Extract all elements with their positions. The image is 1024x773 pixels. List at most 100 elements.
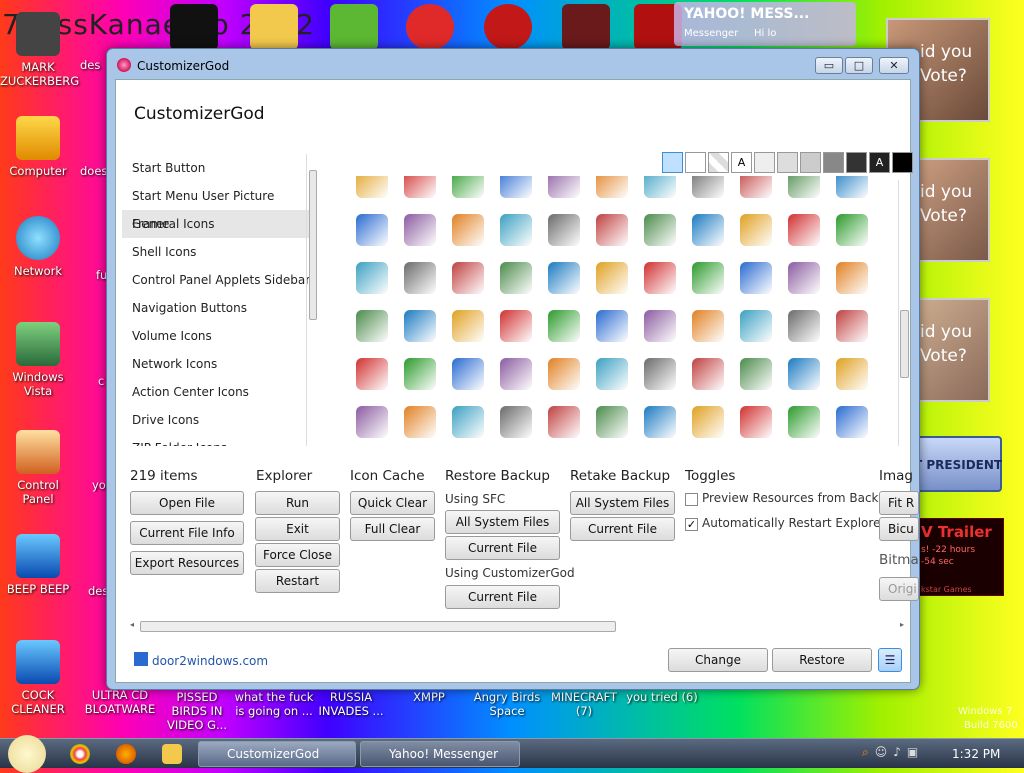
- resource-icon[interactable]: [836, 214, 868, 246]
- palette-swatch[interactable]: [846, 152, 867, 173]
- resource-icon[interactable]: [356, 310, 388, 342]
- category-control-panel-sidebar[interactable]: Control Panel Applets Sidebar: [122, 266, 312, 294]
- taskbar-clock[interactable]: 1:32 PM: [952, 747, 1000, 761]
- resource-icon[interactable]: [788, 214, 820, 246]
- yahoo-widget[interactable]: YAHOO! MESS... Messenger Hi lo: [674, 2, 856, 46]
- resource-icon[interactable]: [740, 176, 772, 198]
- palette-swatch[interactable]: [685, 152, 706, 173]
- original-button[interactable]: Origi: [879, 577, 919, 601]
- desktop-label-pissed-birds[interactable]: PISSED BIRDS IN VIDEO G...: [158, 690, 236, 732]
- taskbar-item-customizergod[interactable]: CustomizerGod: [198, 741, 356, 767]
- resource-icon[interactable]: [692, 310, 724, 342]
- resource-icon[interactable]: [404, 262, 436, 294]
- customizergod-window[interactable]: CustomizerGod ▭ □ ✕ CustomizerGod Start …: [106, 48, 920, 690]
- resource-icon[interactable]: [644, 310, 676, 342]
- resource-icon[interactable]: [740, 262, 772, 294]
- desktop-icon-computer[interactable]: Computer: [0, 116, 76, 178]
- category-scroll-thumb[interactable]: [309, 170, 317, 320]
- restore-current-file-cg-button[interactable]: Current File: [445, 585, 560, 609]
- resource-icon[interactable]: [836, 406, 868, 438]
- bicubic-button[interactable]: Bicu: [879, 517, 919, 541]
- p-icon[interactable]: [406, 4, 454, 50]
- scroll-right-arrow[interactable]: ▸: [900, 620, 904, 629]
- palette-swatch[interactable]: [892, 152, 913, 173]
- palette-swatch[interactable]: [777, 152, 798, 173]
- palette-swatch[interactable]: [800, 152, 821, 173]
- desktop-label-you-tried[interactable]: you tried (6): [622, 690, 702, 704]
- icon-grid[interactable]: [352, 176, 906, 444]
- exit-button[interactable]: Exit: [255, 517, 340, 541]
- resource-icon[interactable]: [500, 176, 532, 198]
- desktop-icon-cleaner[interactable]: COCK CLEANER: [0, 640, 76, 716]
- resource-icon[interactable]: [644, 176, 676, 198]
- desktop-label-xmpp[interactable]: XMPP: [392, 690, 466, 704]
- open-file-button[interactable]: Open File: [130, 491, 244, 515]
- door2windows-link[interactable]: door2windows.com: [152, 654, 268, 668]
- restore-all-system-files-button[interactable]: All System Files: [445, 510, 560, 534]
- resource-icon[interactable]: [788, 310, 820, 342]
- category-action-center-icons[interactable]: Action Center Icons: [122, 378, 312, 406]
- resource-icon[interactable]: [836, 176, 868, 198]
- folder-icon[interactable]: [250, 4, 298, 50]
- category-start-menu-picture[interactable]: Start Menu User Picture Frame: [122, 182, 312, 231]
- desktop-label-angry-birds[interactable]: Angry Birds Space: [470, 690, 544, 718]
- bottom-horizontal-scrollbar[interactable]: ◂ ▸: [130, 620, 906, 634]
- resource-icon[interactable]: [740, 214, 772, 246]
- resource-icon[interactable]: [740, 310, 772, 342]
- resource-icon[interactable]: [356, 176, 388, 198]
- resource-icon[interactable]: [692, 406, 724, 438]
- category-scrollbar[interactable]: [306, 154, 318, 446]
- resource-icon[interactable]: [452, 214, 484, 246]
- resource-icon[interactable]: [404, 358, 436, 390]
- desktop-icon-beep-beep[interactable]: BEEP BEEP: [0, 534, 76, 596]
- run-button[interactable]: Run: [255, 491, 340, 515]
- resource-icon[interactable]: [356, 358, 388, 390]
- desktop-icon-col2-3[interactable]: c: [98, 374, 106, 388]
- resource-icon[interactable]: [596, 358, 628, 390]
- resource-icon[interactable]: [500, 310, 532, 342]
- resource-icon[interactable]: [596, 176, 628, 198]
- resource-icon[interactable]: [452, 358, 484, 390]
- desktop-icon-col2-4[interactable]: yo: [92, 478, 106, 492]
- close-button[interactable]: ✕: [879, 57, 909, 74]
- force-close-button[interactable]: Force Close: [255, 543, 340, 567]
- resource-icon[interactable]: [404, 310, 436, 342]
- resource-icon[interactable]: [692, 358, 724, 390]
- resource-icon[interactable]: [644, 214, 676, 246]
- icon-grid-scrollbar[interactable]: [898, 180, 910, 446]
- emoji-icon[interactable]: ☺: [875, 745, 888, 760]
- palette-swatch[interactable]: [754, 152, 775, 173]
- palette-swatch[interactable]: [662, 152, 683, 173]
- volume-icon[interactable]: ♪: [893, 745, 901, 760]
- desktop-icon-control-panel[interactable]: Control Panel: [0, 430, 76, 506]
- cmd-icon[interactable]: [170, 4, 218, 50]
- resource-icon[interactable]: [356, 406, 388, 438]
- restart-button[interactable]: Restart: [255, 569, 340, 593]
- retake-all-system-files-button[interactable]: All System Files: [570, 491, 675, 515]
- resource-icon[interactable]: [500, 262, 532, 294]
- category-network-icons[interactable]: Network Icons: [122, 350, 312, 378]
- category-list[interactable]: Start Button Start Menu User Picture Fra…: [122, 154, 312, 446]
- resource-icon[interactable]: [548, 176, 580, 198]
- resource-icon[interactable]: [596, 310, 628, 342]
- desktop-label-minecraft[interactable]: MINECRAFT (7): [546, 690, 622, 718]
- resource-icon[interactable]: [548, 358, 580, 390]
- resource-icon[interactable]: [452, 310, 484, 342]
- preview-resources-checkbox[interactable]: [685, 493, 698, 506]
- resource-icon[interactable]: [500, 358, 532, 390]
- resource-icon[interactable]: [548, 310, 580, 342]
- current-file-info-button[interactable]: Current File Info: [130, 521, 244, 545]
- resource-icon[interactable]: [644, 406, 676, 438]
- export-resources-button[interactable]: Export Resources: [130, 551, 244, 575]
- category-start-button[interactable]: Start Button: [122, 154, 312, 182]
- icon-grid-scroll-thumb[interactable]: [900, 310, 909, 378]
- desktop-icon-col2-0[interactable]: des: [80, 58, 106, 72]
- start-orb[interactable]: [8, 735, 46, 773]
- pig-icon[interactable]: [330, 4, 378, 50]
- desktop-label-russia[interactable]: RUSSIA INVADES ...: [314, 690, 388, 718]
- change-button[interactable]: Change: [668, 648, 768, 672]
- resource-icon[interactable]: [596, 262, 628, 294]
- resource-icon[interactable]: [692, 214, 724, 246]
- resource-icon[interactable]: [788, 176, 820, 198]
- president-banner[interactable]: T PRESIDENT: [910, 436, 1002, 492]
